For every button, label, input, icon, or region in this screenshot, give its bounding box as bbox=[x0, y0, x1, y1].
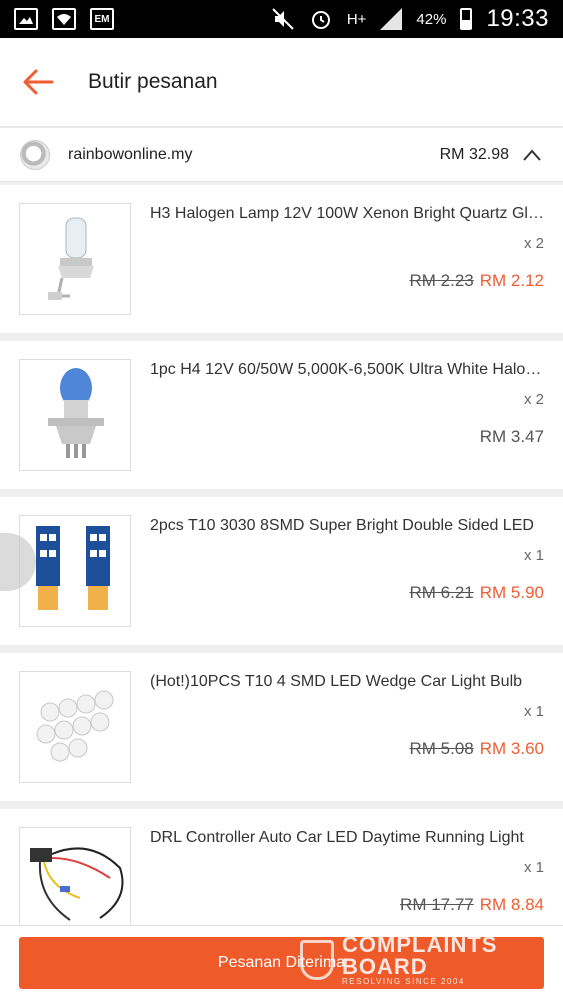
product-name: (Hot!)10PCS T10 4 SMD LED Wedge Car Ligh… bbox=[150, 673, 523, 690]
product-qty: x 1 bbox=[523, 547, 544, 564]
watermark-logo: COMPLAINTS BOARD RESOLVING SINCE 2004 bbox=[300, 932, 530, 986]
clock: 19:33 bbox=[486, 5, 549, 32]
shop-avatar bbox=[20, 139, 50, 170]
product-name: DRL Controller Auto Car LED Daytime Runn… bbox=[150, 829, 524, 846]
hplus-icon: H+ bbox=[346, 10, 367, 28]
shop-total: RM 32.98 bbox=[439, 145, 509, 163]
product-qty: x 1 bbox=[523, 859, 544, 876]
product-qty: x 1 bbox=[523, 703, 544, 720]
gallery-icon bbox=[14, 8, 38, 30]
app-header: Butir pesanan bbox=[0, 38, 563, 126]
product-qty: x 2 bbox=[523, 391, 544, 408]
watermark-line1: COMPLAINTS bbox=[342, 932, 498, 957]
product-qty: x 2 bbox=[523, 235, 544, 252]
original-price: RM 5.08 bbox=[409, 739, 474, 758]
list-item[interactable]: (Hot!)10PCS T10 4 SMD LED Wedge Car Ligh… bbox=[0, 653, 563, 801]
chevron-up-icon[interactable] bbox=[521, 144, 543, 166]
original-price: RM 6.21 bbox=[409, 583, 474, 602]
sale-price: RM 3.60 bbox=[479, 739, 544, 758]
sale-price: RM 5.90 bbox=[479, 583, 544, 602]
battery-icon bbox=[460, 8, 473, 30]
product-image-drl-controller bbox=[19, 827, 131, 939]
original-price: RM 17.77 bbox=[400, 895, 474, 914]
sale-price: RM 8.84 bbox=[479, 895, 544, 914]
shop-name: rainbowonline.my bbox=[68, 145, 193, 163]
mute-icon bbox=[272, 8, 294, 30]
wifi-icon bbox=[52, 8, 76, 30]
battery-percent: 42% bbox=[416, 10, 447, 28]
back-arrow-icon[interactable] bbox=[20, 64, 56, 100]
alarm-icon bbox=[311, 11, 330, 29]
product-image-halogen-h4 bbox=[19, 359, 131, 471]
watermark-line3: RESOLVING SINCE 2004 bbox=[342, 977, 465, 986]
list-item[interactable]: 2pcs T10 3030 8SMD Super Bright Double S… bbox=[0, 497, 563, 645]
em-icon: EM bbox=[90, 8, 114, 30]
signal-icon bbox=[380, 8, 403, 30]
product-image-t10-led bbox=[19, 515, 131, 627]
price: RM 3.47 bbox=[479, 427, 544, 446]
original-price: RM 2.23 bbox=[409, 271, 474, 290]
watermark-line2: BOARD bbox=[342, 954, 428, 979]
product-name: 1pc H4 12V 60/50W 5,000K-6,500K Ultra Wh… bbox=[150, 361, 545, 378]
page-title: Butir pesanan bbox=[88, 70, 218, 93]
list-item[interactable]: H3 Halogen Lamp 12V 100W Xenon Bright Qu… bbox=[0, 185, 563, 333]
status-bar: EM H+ 42% 19:33 bbox=[0, 0, 563, 38]
product-image-t10-wedge bbox=[19, 671, 131, 783]
list-item[interactable]: 1pc H4 12V 60/50W 5,000K-6,500K Ultra Wh… bbox=[0, 341, 563, 489]
sale-price: RM 2.12 bbox=[479, 271, 544, 290]
product-name: 2pcs T10 3030 8SMD Super Bright Double S… bbox=[150, 517, 534, 534]
shield-icon bbox=[300, 940, 334, 980]
shop-row[interactable]: rainbowonline.my RM 32.98 bbox=[0, 128, 563, 182]
product-name: H3 Halogen Lamp 12V 100W Xenon Bright Qu… bbox=[150, 205, 545, 222]
product-image-halogen-h3 bbox=[19, 203, 131, 315]
